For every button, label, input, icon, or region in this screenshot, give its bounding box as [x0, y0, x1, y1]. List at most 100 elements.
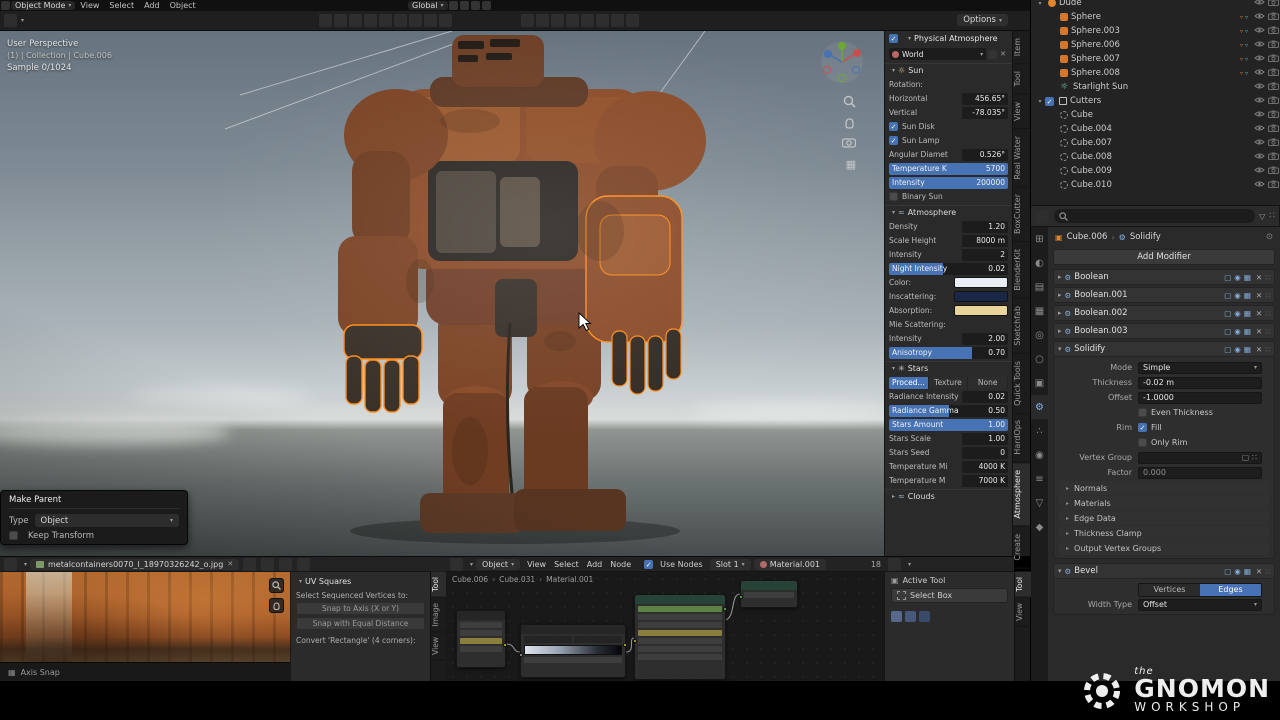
- color-swatch[interactable]: [954, 277, 1008, 288]
- slider-widget[interactable]: Temperature K5700: [889, 163, 1008, 175]
- disable-render-toggle[interactable]: [1266, 26, 1280, 37]
- edit-mode-toggle-icon[interactable]: ▢: [1224, 309, 1231, 318]
- disable-render-toggle[interactable]: [1266, 0, 1280, 9]
- properties-tab-material[interactable]: ◆: [1031, 515, 1048, 539]
- properties-tab-modifiers[interactable]: ⚙: [1031, 395, 1048, 419]
- checkbox[interactable]: ✓: [1138, 423, 1147, 432]
- width-type-dropdown[interactable]: Offset▾: [1138, 599, 1262, 611]
- modifier-header-boolean-002[interactable]: ▸⚙Boolean.002▢◉▦✕∷: [1053, 305, 1275, 321]
- expand-icon[interactable]: ▸: [1066, 530, 1069, 537]
- hide-viewport-toggle[interactable]: [1252, 12, 1266, 23]
- zoom-icon[interactable]: [269, 578, 284, 593]
- image-editor-tab-view[interactable]: View: [431, 632, 447, 661]
- color-swatch[interactable]: [954, 305, 1008, 316]
- pin-icon[interactable]: ⊙: [1266, 232, 1273, 242]
- collapse-icon[interactable]: ▾: [892, 67, 895, 74]
- disable-render-toggle[interactable]: [1266, 68, 1280, 79]
- section-materials[interactable]: ▸Materials: [1059, 496, 1269, 510]
- image-pin-icon[interactable]: [279, 558, 292, 571]
- toolbar-icon[interactable]: [626, 14, 639, 27]
- collection-checkbox[interactable]: ✓: [1045, 97, 1054, 106]
- outliner-item-cube-010[interactable]: Cube.010: [1031, 178, 1280, 192]
- solidify-field-thickness[interactable]: Thickness-0.02 m: [1054, 375, 1274, 390]
- outliner-item-cube-007[interactable]: Cube.007: [1031, 136, 1280, 150]
- slider-widget[interactable]: Radiance Gamma0.50: [889, 405, 1008, 417]
- expand-icon[interactable]: ▸: [1066, 485, 1069, 492]
- checkbox[interactable]: [1138, 408, 1147, 417]
- slider-anisotropy[interactable]: Anisotropy0.70: [889, 346, 1008, 359]
- realtime-toggle-icon[interactable]: ◉: [1234, 273, 1241, 282]
- use-nodes-checkbox[interactable]: ✓: [644, 560, 653, 569]
- collapse-icon[interactable]: ▾: [908, 35, 911, 42]
- delete-modifier-icon[interactable]: ✕: [1256, 273, 1262, 282]
- texture-slot-icon[interactable]: [891, 611, 902, 622]
- properties-tab-constraints[interactable]: ≡: [1031, 467, 1048, 491]
- menu-view[interactable]: View: [75, 1, 104, 10]
- sidebar-tab-quick-tools[interactable]: Quick Tools: [1013, 354, 1031, 414]
- disable-render-toggle[interactable]: [1266, 12, 1280, 23]
- edit-mode-toggle-icon[interactable]: ▢: [1224, 273, 1231, 282]
- field-temperature-m[interactable]: Temperature M7000 K: [889, 474, 1008, 487]
- pivot-icon[interactable]: [449, 1, 458, 10]
- realtime-toggle-icon[interactable]: ◉: [1234, 309, 1241, 318]
- image-settings-icon[interactable]: [297, 558, 310, 571]
- modifier-header-boolean-001[interactable]: ▸⚙Boolean.001▢◉▦✕∷: [1053, 287, 1275, 303]
- hide-viewport-toggle[interactable]: [1252, 124, 1266, 135]
- editor-type-icon[interactable]: [1, 1, 10, 10]
- properties-tab-tool[interactable]: ⊞: [1031, 227, 1048, 251]
- toolbar-icon[interactable]: [551, 14, 564, 27]
- hide-viewport-toggle[interactable]: [1252, 0, 1266, 9]
- outliner-item-cube[interactable]: Cube: [1031, 108, 1280, 122]
- solidify-field-offset[interactable]: Offset-1.0000: [1054, 390, 1274, 405]
- disable-render-toggle[interactable]: [1266, 180, 1280, 191]
- pan-hand-icon[interactable]: [843, 116, 856, 132]
- field-value[interactable]: 0.526°: [962, 149, 1008, 161]
- snap-magnet-icon[interactable]: [460, 1, 469, 10]
- properties-tab-object[interactable]: ▣: [1031, 371, 1048, 395]
- fake-user-icon[interactable]: [988, 50, 997, 59]
- section-normals[interactable]: ▸Normals: [1059, 481, 1269, 495]
- image-editor-tab-tool[interactable]: Tool: [431, 572, 447, 598]
- field-value[interactable]: 1.00: [962, 433, 1008, 445]
- properties-tab-object-data[interactable]: ▽: [1031, 491, 1048, 515]
- realtime-toggle-icon[interactable]: ◉: [1234, 291, 1241, 300]
- colorramp-gradient[interactable]: [524, 645, 622, 655]
- checkbox[interactable]: ✓: [889, 122, 898, 131]
- checkbox[interactable]: [1138, 438, 1147, 447]
- delete-modifier-icon[interactable]: ✕: [1256, 309, 1262, 318]
- field-radiance-intensity[interactable]: Radiance Intensity0.02: [889, 390, 1008, 403]
- drag-handle-icon[interactable]: ∷: [1265, 273, 1270, 282]
- toolbar-icon[interactable]: [424, 14, 437, 27]
- toolbar-icon[interactable]: [334, 14, 347, 27]
- outliner-item-starlight-sun[interactable]: ☼Starlight Sun: [1031, 80, 1280, 94]
- realtime-toggle-icon[interactable]: ◉: [1234, 567, 1241, 576]
- collapse-icon[interactable]: ▾: [892, 209, 895, 216]
- properties-search-input[interactable]: [1054, 209, 1255, 223]
- drag-handle-icon[interactable]: ∷: [1265, 345, 1270, 354]
- properties-editor-icon[interactable]: [1036, 210, 1049, 223]
- properties-tab-view-layer[interactable]: ▦: [1031, 299, 1048, 323]
- field-value[interactable]: 8000 m: [962, 235, 1008, 247]
- render-toggle-icon[interactable]: ▦: [1244, 291, 1251, 300]
- properties-tab-physics[interactable]: ◉: [1031, 443, 1048, 467]
- slider-widget[interactable]: Stars Amount1.00: [889, 419, 1008, 431]
- new-image-icon[interactable]: [243, 558, 256, 571]
- render-toggle-icon[interactable]: ▦: [1244, 345, 1251, 354]
- navigation-gizmo[interactable]: [820, 40, 864, 87]
- sidebar-tab-create[interactable]: Create: [1013, 527, 1031, 569]
- disable-render-toggle[interactable]: [1266, 82, 1280, 93]
- field-scale-height[interactable]: Scale Height8000 m: [889, 234, 1008, 247]
- drag-handle-icon[interactable]: ∷: [1265, 291, 1270, 300]
- hide-viewport-toggle[interactable]: [1252, 166, 1266, 177]
- hide-viewport-toggle[interactable]: [1252, 82, 1266, 93]
- properties-tab-output[interactable]: ▤: [1031, 275, 1048, 299]
- orthographic-grid-icon[interactable]: ▦: [846, 158, 856, 171]
- slider-radiance-gamma[interactable]: Radiance Gamma0.50: [889, 404, 1008, 417]
- sidebar-tab-blenderkit[interactable]: BlenderKit: [1013, 242, 1031, 299]
- sidebar-tab-real-water[interactable]: Real Water: [1013, 129, 1031, 187]
- field-temperature-mi[interactable]: Temperature Mi4000 K: [889, 460, 1008, 473]
- bevel-segment-edges[interactable]: Edges: [1200, 584, 1261, 596]
- edit-mode-toggle-icon[interactable]: ▢: [1224, 291, 1231, 300]
- viewport-3d[interactable]: User Perspective (1) | Collection | Cube…: [0, 31, 884, 556]
- section-output-vertex-groups[interactable]: ▸Output Vertex Groups: [1059, 541, 1269, 555]
